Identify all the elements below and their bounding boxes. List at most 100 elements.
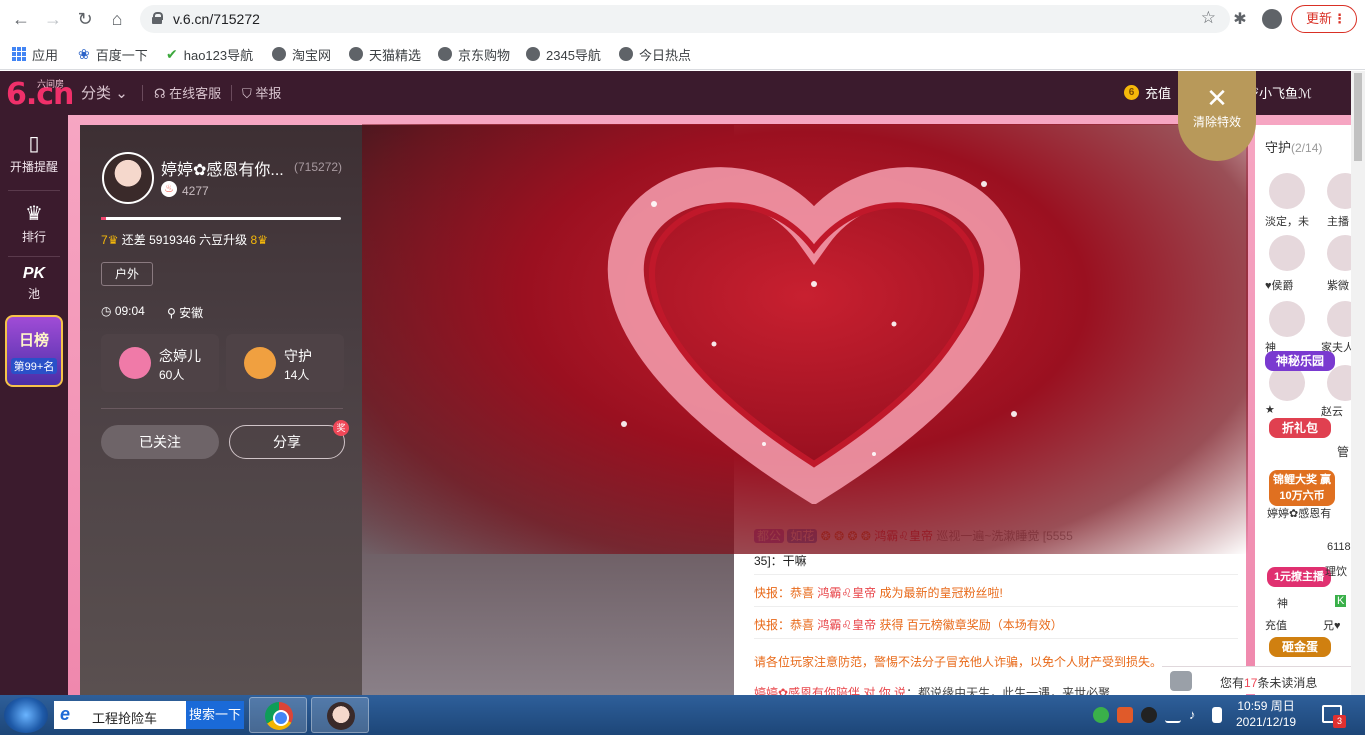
start-button[interactable] — [4, 697, 48, 733]
fan-club-card[interactable]: 念婷儿 60人 — [101, 334, 219, 392]
phone-icon: ▯ — [28, 133, 40, 155]
upgrade-info: 7♛ 还差 5919346 六豆升级 8♛ — [101, 231, 268, 248]
anchor-avatar[interactable] — [102, 152, 154, 204]
forward-icon[interactable]: → — [42, 8, 64, 30]
daily-rank-badge[interactable]: 日榜 第99+名 — [5, 315, 63, 387]
guard-name: 紫微 — [1327, 280, 1349, 292]
headset-icon: ☊ — [154, 86, 166, 101]
tray-icon[interactable] — [1093, 707, 1109, 723]
guard-count: (2/14) — [1291, 141, 1323, 155]
side-text: 6118 — [1327, 541, 1351, 553]
taskbar-app[interactable] — [311, 697, 369, 733]
promo-mystery-park[interactable]: 神秘乐园 — [1265, 351, 1335, 371]
service-link[interactable]: ☊ 在线客服 — [154, 83, 221, 102]
chat-username[interactable]: 婷婷✿感恩有你陪伴 对 你 说 — [754, 686, 906, 695]
usb-icon[interactable] — [1212, 707, 1222, 723]
promo-golden-egg[interactable]: 砸金蛋 — [1269, 637, 1331, 657]
back-icon[interactable]: ← — [10, 8, 32, 30]
globe-icon — [272, 47, 286, 61]
sidebar-item-pk[interactable]: PK 池 — [0, 265, 68, 302]
unread-count: 17 — [1244, 676, 1258, 690]
bookmark-taobao[interactable]: 淘宝网 — [272, 44, 331, 64]
bookmark-tmall[interactable]: 天猫精选 — [349, 44, 421, 64]
bookmark-baidu[interactable]: ❀ 百度一下 — [78, 44, 148, 64]
reload-icon[interactable]: ↻ — [74, 8, 96, 30]
bookmark-label: 今日热点 — [639, 47, 692, 63]
promo-gift-pack[interactable]: 折礼包 — [1269, 418, 1331, 438]
extensions-puzzle-icon[interactable]: ✱ — [1230, 9, 1250, 29]
chat-username[interactable]: 鸿霸♌皇帝 — [817, 586, 876, 600]
profile-avatar-icon[interactable] — [1262, 9, 1282, 29]
unread-text: 您有17条未读消息 — [1220, 674, 1317, 691]
chat-username[interactable]: 鸿霸♌皇帝 — [874, 529, 933, 543]
scrollbar-thumb[interactable] — [1354, 73, 1362, 161]
bookmark-hao123[interactable]: ✔ hao123导航 — [166, 44, 253, 64]
home-icon[interactable]: ⌂ — [106, 8, 128, 30]
chat-username[interactable]: 鸿霸♌皇帝 — [817, 618, 876, 632]
address-bar[interactable]: v.6.cn/715272 ☆ — [140, 5, 1230, 33]
pk-icon: PK — [22, 265, 46, 282]
divider — [8, 256, 60, 257]
taskbar-clock[interactable]: 10:59 周日 2021/12/19 — [1236, 698, 1296, 730]
bookmark-news[interactable]: 今日热点 — [619, 44, 691, 64]
update-button[interactable]: 更新 ⋮ — [1291, 5, 1357, 33]
video-player[interactable] — [362, 125, 734, 695]
volume-icon[interactable]: ♪ — [1189, 707, 1205, 723]
guard-avatar[interactable] — [1269, 173, 1305, 209]
location-pin-icon: ⚲ — [167, 306, 176, 320]
network-icon[interactable] — [1165, 707, 1181, 723]
divider — [142, 85, 143, 101]
clock-date: 2021/12/19 — [1236, 715, 1297, 729]
guard-avatar[interactable] — [1269, 301, 1305, 337]
unread-messages-bar[interactable]: 您有17条未读消息 — [1162, 666, 1351, 694]
bookmark-apps[interactable]: 应用 — [12, 44, 58, 64]
sidebar-item-reminder[interactable]: ▯ 开播提醒 — [0, 131, 68, 175]
chat-text: 巡视一遍~洗漱睡觉 [5555 — [936, 529, 1073, 543]
side-text: 充值 — [1265, 620, 1287, 632]
sidebar-item-label: 开播提醒 — [9, 160, 58, 174]
sidebar-item-label: 排行 — [21, 230, 46, 244]
clear-effects-button[interactable]: ✕ 清除特效 — [1178, 71, 1256, 161]
guard-avatar[interactable] — [1269, 235, 1305, 271]
follow-button[interactable]: 已关注 — [101, 425, 219, 459]
share-reward-badge: 奖 — [333, 420, 349, 436]
guard-avatar[interactable] — [1327, 365, 1351, 401]
coin-icon: 6 — [1124, 85, 1139, 100]
popularity-count: 4277 — [182, 184, 209, 198]
side-text: 兄♥ — [1323, 620, 1341, 632]
guard-name: ★ — [1265, 404, 1275, 416]
recharge-button[interactable]: 6 充值 — [1124, 83, 1171, 102]
taskbar-chrome[interactable] — [249, 697, 307, 733]
taskbar-search-input[interactable]: e 工程抢险车 — [54, 701, 186, 729]
guard-card[interactable]: 守护 14人 — [226, 334, 344, 392]
guard-avatar[interactable] — [1327, 173, 1351, 209]
upgrade-text: 还差 5919346 六豆升级 — [121, 233, 248, 247]
bookmark-2345[interactable]: 2345导航 — [526, 44, 601, 64]
chat-bubble-icon — [1170, 671, 1192, 691]
guard-avatar[interactable] — [1327, 235, 1351, 271]
anchor-id: (715272) — [294, 160, 343, 174]
guard-avatar[interactable] — [1327, 301, 1351, 337]
promo-one-yuan[interactable]: 1元撩主播 — [1267, 567, 1331, 587]
chat-news: 快报：恭喜 鸿霸♌皇帝 获得 百元榜徽章奖励（本场有效） — [754, 616, 1063, 633]
guard-name: 淡定，未 — [1265, 216, 1309, 228]
promo-koi-prize[interactable]: 锦鲤大奖 赢10万六币 — [1269, 470, 1335, 506]
baidu-paw-icon: ❀ — [78, 45, 90, 62]
sidebar-item-rank[interactable]: ♛ 排行 — [0, 201, 68, 245]
share-button[interactable]: 分享 — [229, 425, 345, 459]
tray-icon[interactable] — [1117, 707, 1133, 723]
more-menu-icon[interactable]: ⋮ — [1333, 6, 1346, 32]
bookmark-label: 百度一下 — [95, 47, 148, 63]
bookmark-star-icon[interactable]: ☆ — [1201, 8, 1216, 28]
crown-icon: ♛ — [25, 203, 43, 225]
category-tag[interactable]: 户外 — [101, 262, 153, 286]
category-menu[interactable]: 分类 ⌄ — [81, 82, 128, 103]
report-link[interactable]: ⛉ 举报 — [242, 83, 281, 102]
search-button[interactable]: 搜索一下 — [186, 701, 244, 729]
qq-icon[interactable] — [1141, 707, 1157, 723]
rank-position: 第99+名 — [11, 358, 57, 374]
guard-panel: 守护(2/14) 淡定，未 主播 ♥侯爵 紫微 神 家夫人 ★ 赵云 神秘乐园 … — [1255, 125, 1351, 695]
url-text[interactable]: v.6.cn/715272 — [173, 11, 260, 27]
page-scrollbar[interactable] — [1351, 71, 1365, 695]
bookmark-jd[interactable]: 京东购物 — [438, 44, 510, 64]
